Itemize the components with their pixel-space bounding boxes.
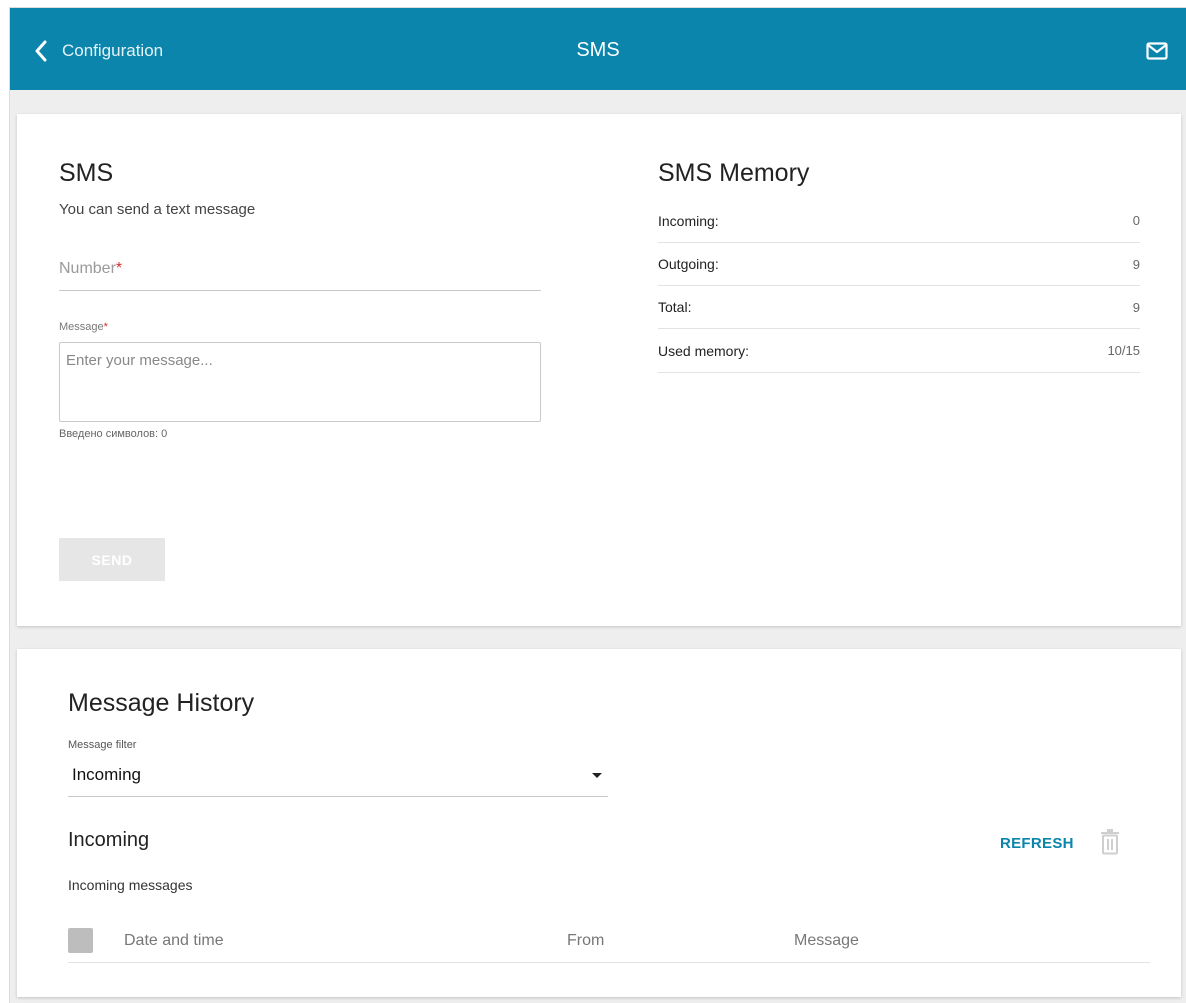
dropdown-arrow-icon	[592, 773, 602, 778]
messages-table-header: Date and time From Message	[68, 919, 1150, 963]
back-label: Configuration	[62, 41, 164, 60]
select-all-checkbox[interactable]	[68, 928, 93, 953]
refresh-button[interactable]: REFRESH	[1000, 835, 1074, 852]
page-title: SMS	[576, 39, 620, 61]
sms-card: SMS You can send a text message Number* …	[17, 114, 1181, 626]
sms-memory-table: Incoming: 0 Outgoing: 9 Total: 9 Used me…	[658, 199, 1140, 373]
message-history-title: Message History	[68, 689, 255, 717]
chevron-left-icon	[35, 40, 47, 62]
sms-subtitle: You can send a text message	[59, 201, 256, 218]
required-mark: *	[103, 321, 108, 333]
column-from[interactable]: From	[567, 932, 604, 950]
memory-label: Total:	[658, 299, 692, 315]
memory-value: 0	[1132, 213, 1140, 228]
message-filter-select[interactable]: Incoming	[68, 757, 608, 797]
incoming-section-title: Incoming	[68, 829, 150, 851]
message-textarea[interactable]: Enter your message...	[59, 342, 541, 422]
message-label: Message*	[59, 321, 108, 333]
back-button[interactable]: Configuration	[34, 38, 163, 64]
top-bar: Configuration SMS	[10, 8, 1186, 90]
memory-row-used: Used memory: 10/15	[658, 329, 1140, 373]
memory-row-outgoing: Outgoing: 9	[658, 243, 1140, 286]
mail-icon[interactable]	[1146, 42, 1168, 60]
sms-memory-title: SMS Memory	[658, 159, 810, 187]
memory-row-total: Total: 9	[658, 286, 1140, 329]
message-placeholder: Enter your message...	[66, 352, 213, 369]
sms-title: SMS	[59, 159, 114, 187]
column-date-and-time[interactable]: Date and time	[124, 932, 224, 950]
required-mark: *	[115, 260, 123, 277]
number-label: Number*	[59, 260, 123, 277]
message-filter-value: Incoming	[72, 765, 141, 784]
message-history-card: Message History Message filter Incoming …	[17, 649, 1181, 997]
send-button[interactable]: SEND	[59, 538, 165, 581]
memory-label: Used memory:	[658, 342, 750, 359]
memory-value: 9	[1132, 256, 1140, 272]
number-field[interactable]: Number*	[59, 248, 541, 291]
char-count: Введено символов: 0	[59, 428, 168, 440]
memory-value: 10/15	[1107, 343, 1140, 358]
memory-value: 9	[1132, 299, 1140, 315]
incoming-messages-subtitle: Incoming messages	[68, 877, 193, 893]
trash-icon[interactable]	[1100, 829, 1120, 855]
page: Configuration SMS SMS You can send a tex…	[9, 7, 1186, 1003]
memory-row-incoming: Incoming: 0	[658, 199, 1140, 243]
message-filter-label: Message filter	[68, 739, 137, 751]
memory-label: Incoming:	[658, 212, 719, 229]
memory-label: Outgoing:	[658, 256, 719, 272]
column-message[interactable]: Message	[794, 932, 859, 950]
